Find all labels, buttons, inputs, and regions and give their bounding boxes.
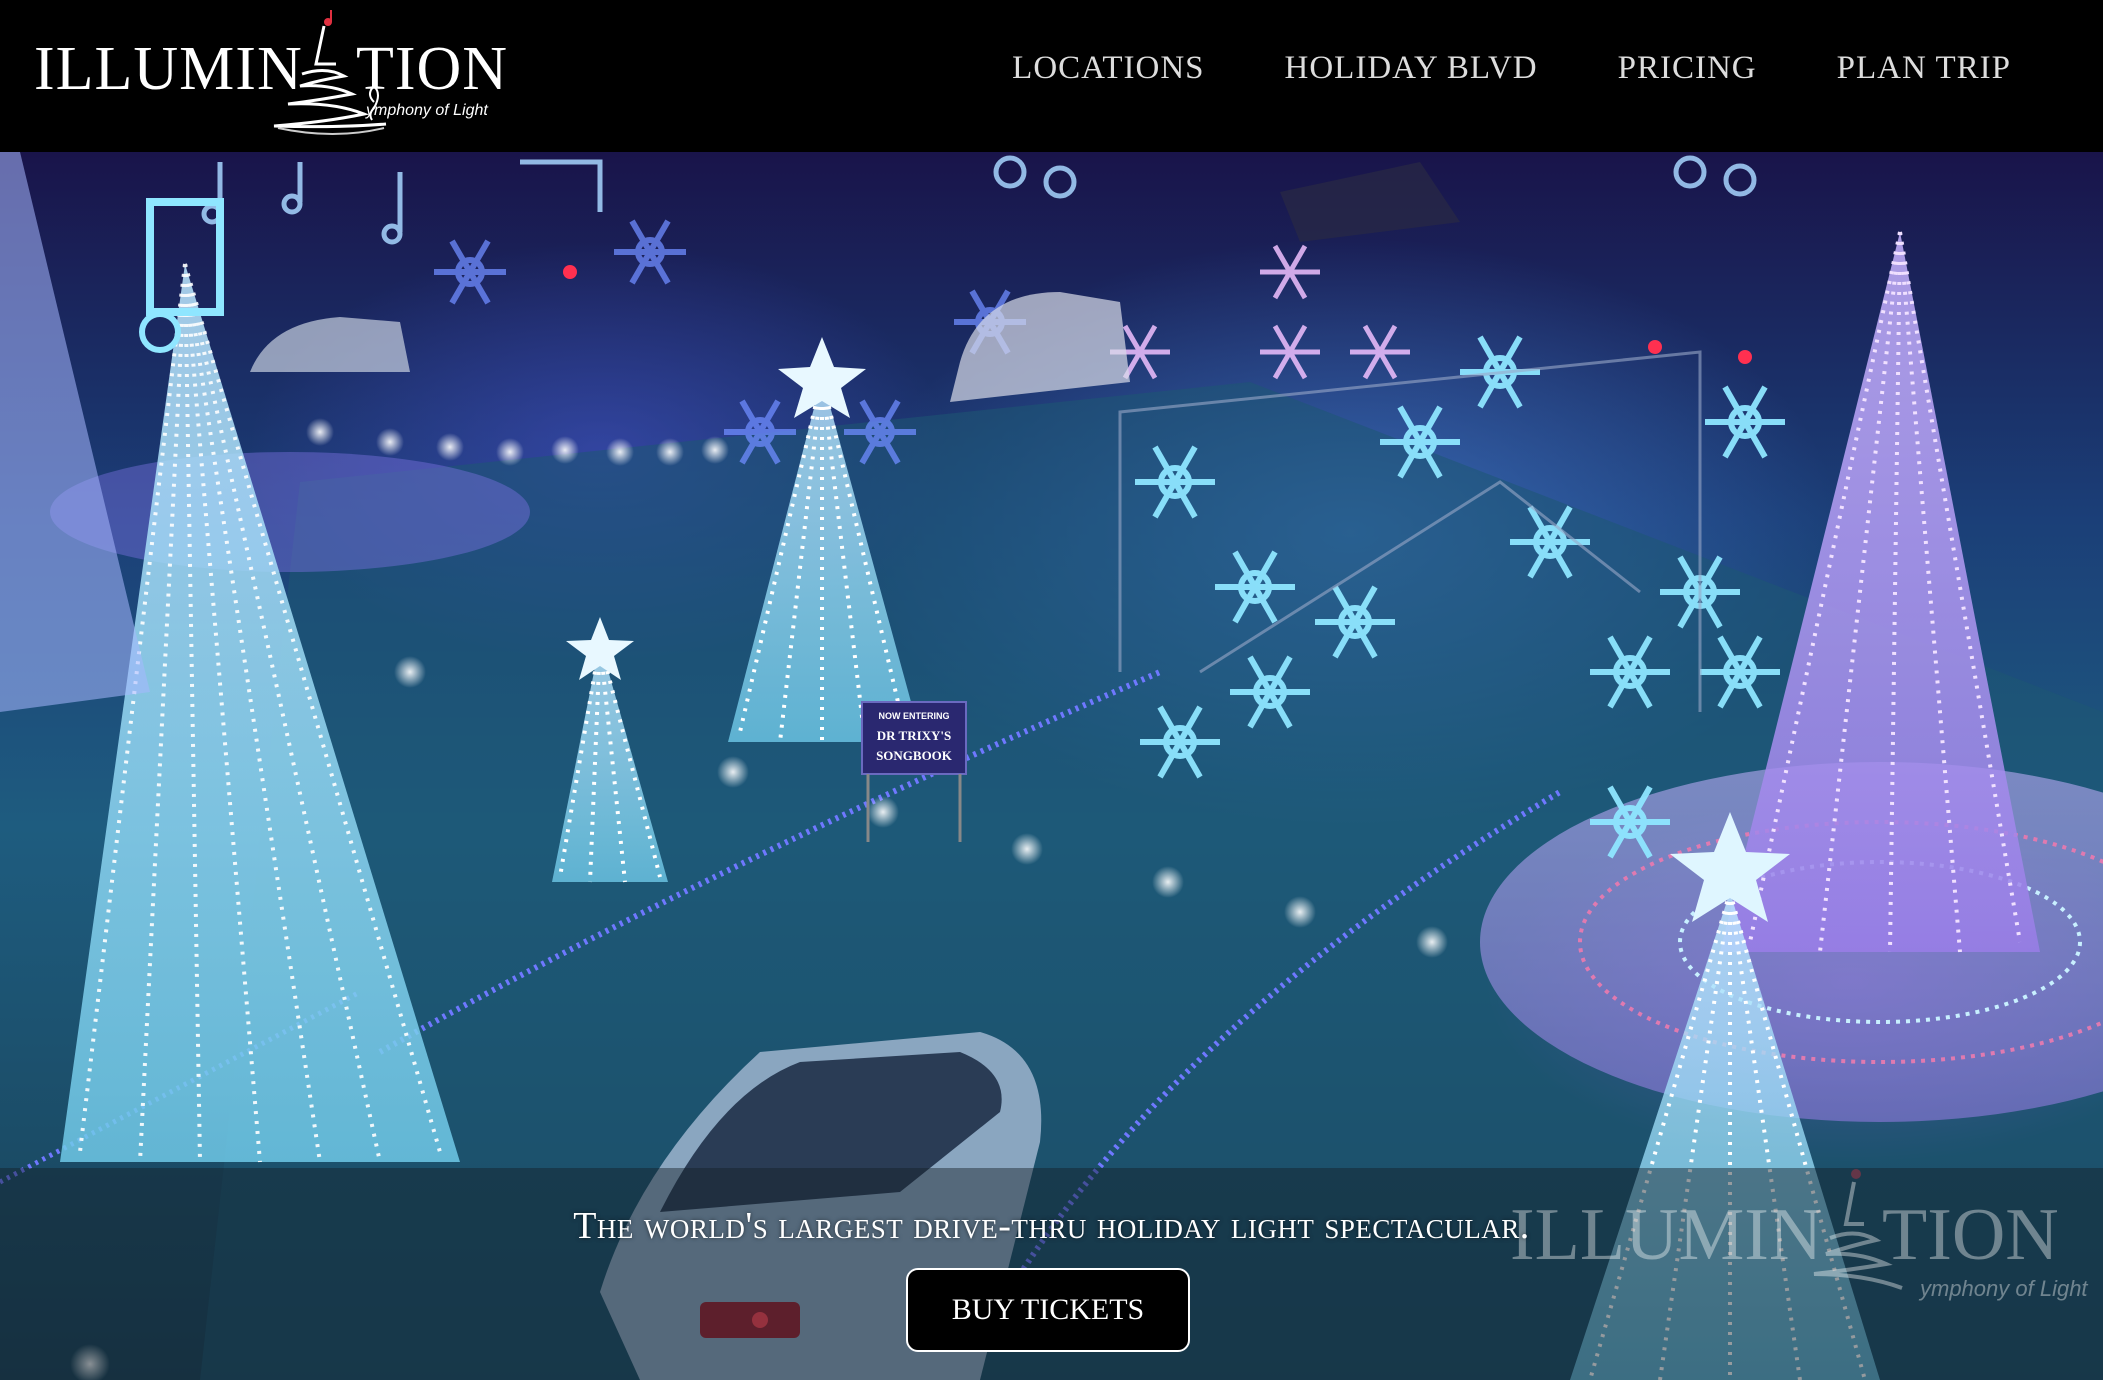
hero-video-background: NOW ENTERING DR TRIXY'S SONGBOOK ILLUMIN… — [0, 152, 2103, 1380]
sign-line-2: DR TRIXY'S — [877, 728, 952, 743]
site-header: ILLUMIN TION ymphony of Light LOCATIONS … — [0, 0, 2103, 152]
logo-wordmark-right: TION — [356, 35, 509, 103]
illumination-logo[interactable]: ILLUMIN TION ymphony of Light — [34, 4, 514, 146]
nav-locations[interactable]: LOCATIONS — [1012, 50, 1204, 87]
sign-line-1: NOW ENTERING — [879, 711, 950, 721]
nav-pricing[interactable]: PRICING — [1618, 50, 1757, 87]
sign-line-3: SONGBOOK — [876, 748, 953, 763]
logo-tagline: ymphony of Light — [366, 102, 488, 119]
nav-plan-trip[interactable]: PLAN TRIP — [1837, 50, 2011, 87]
hero-tagline: The world's largest drive-thru holiday l… — [573, 1205, 1530, 1247]
buy-tickets-button[interactable]: BUY TICKETS — [906, 1268, 1190, 1352]
nav-holiday-blvd[interactable]: HOLIDAY BLVD — [1285, 50, 1538, 87]
main-nav: LOCATIONS HOLIDAY BLVD PRICING PLAN TRIP — [1012, 50, 2011, 87]
watermark-tagline: ymphony of Light — [1920, 1276, 2088, 1301]
